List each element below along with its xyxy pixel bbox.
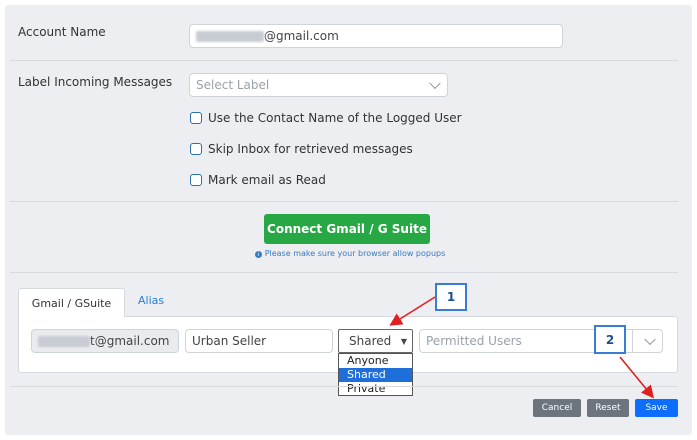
annotation-arrows xyxy=(389,296,655,399)
callout-2: 2 xyxy=(594,325,626,354)
arrow-1 xyxy=(389,296,436,326)
callout-1: 1 xyxy=(435,283,467,311)
arrow-2 xyxy=(619,356,655,399)
